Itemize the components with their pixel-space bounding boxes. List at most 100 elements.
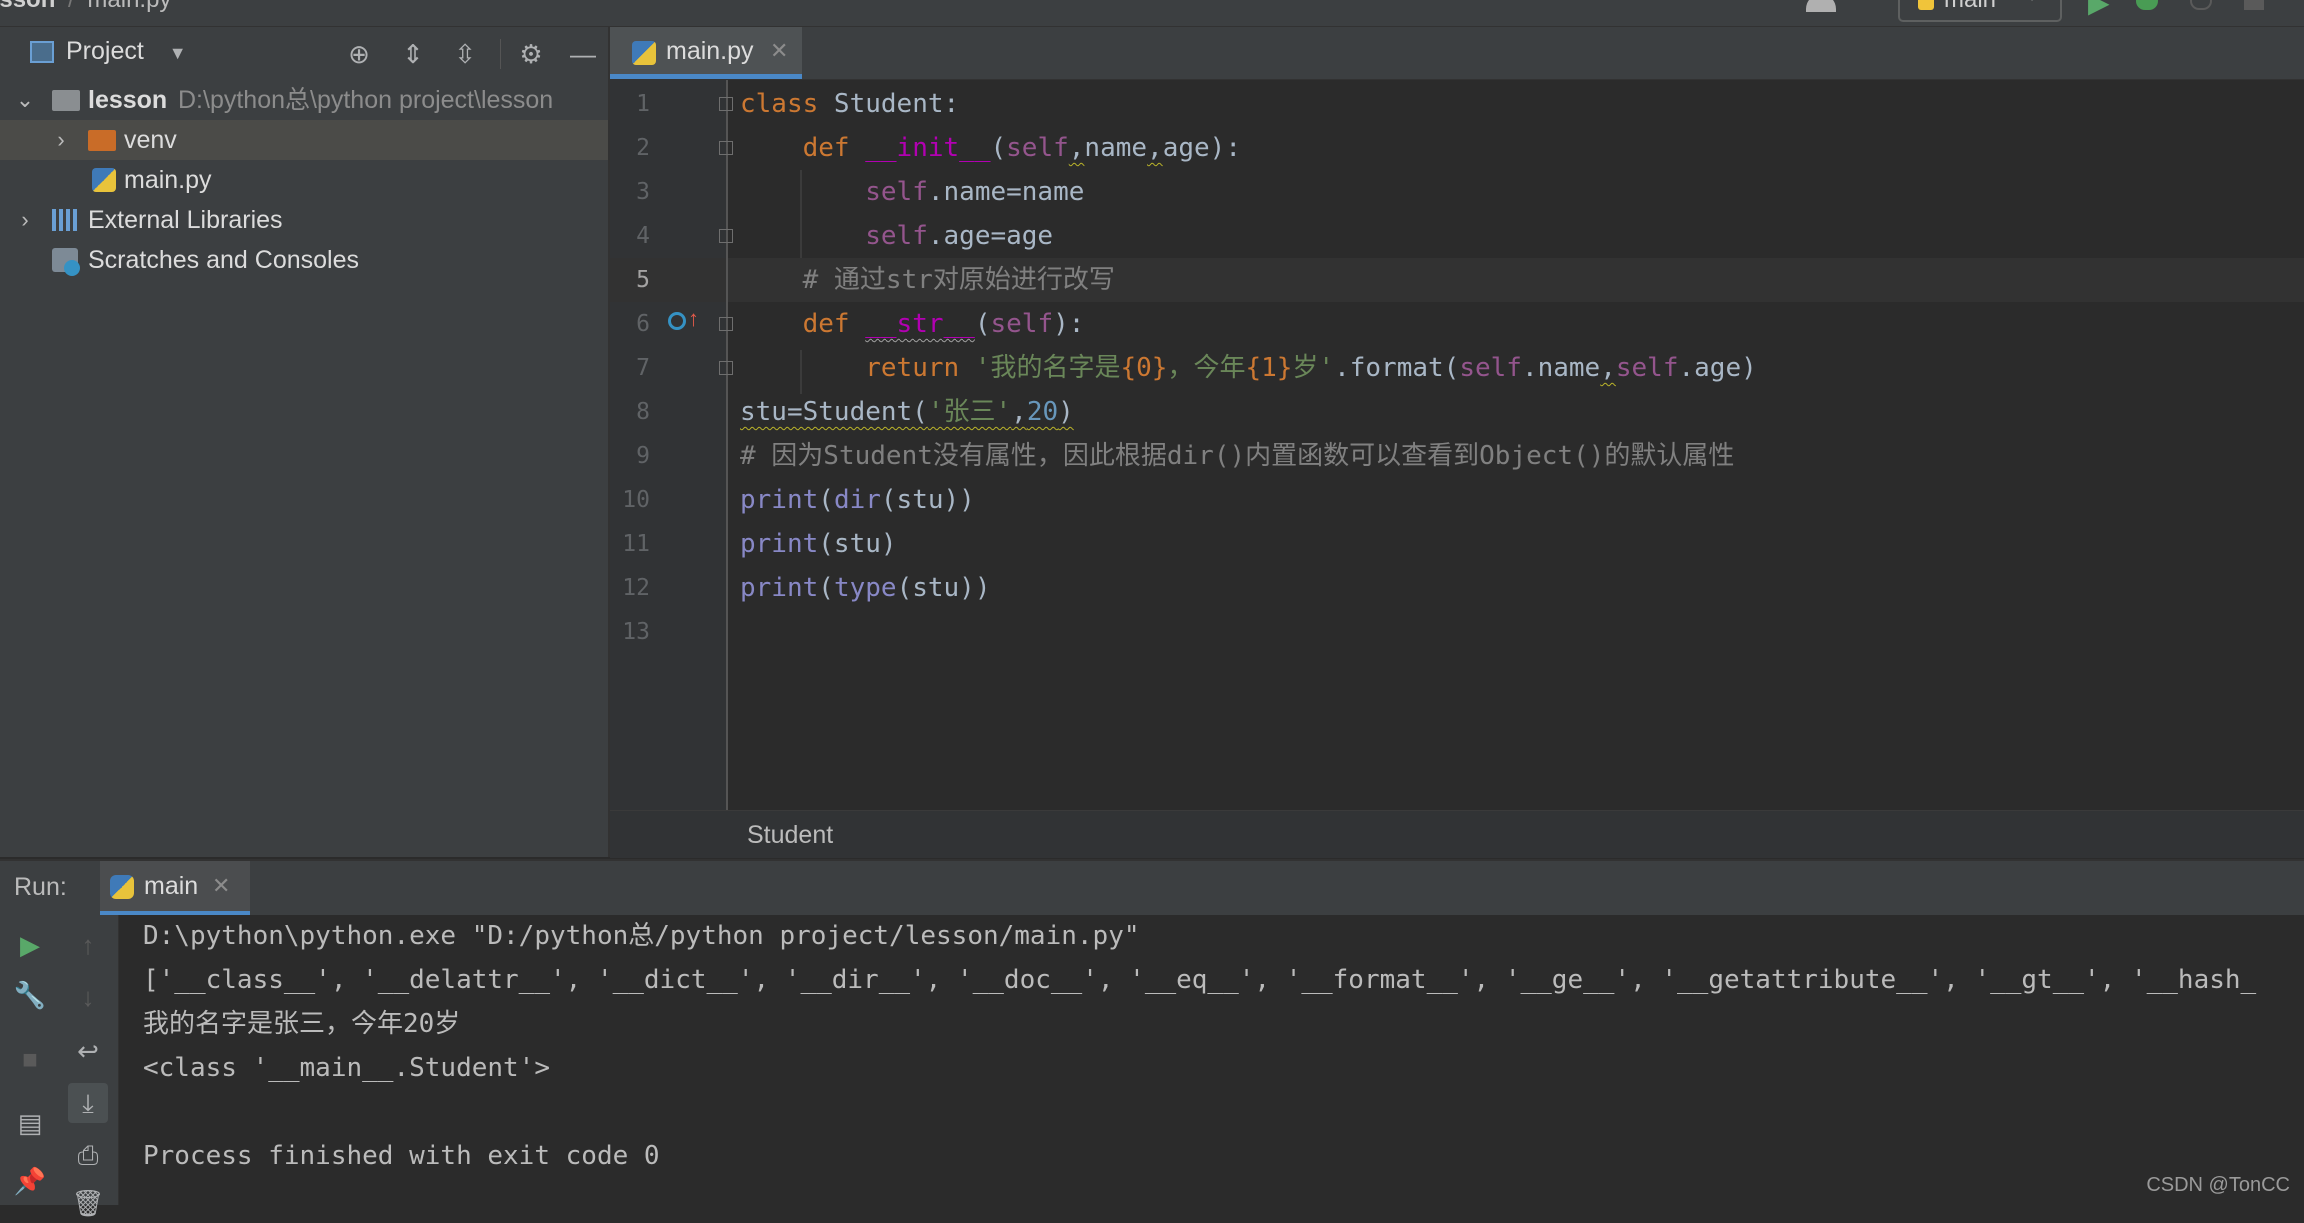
- fold-marker-icon[interactable]: [719, 97, 733, 111]
- code-line-4[interactable]: self.age=age: [740, 214, 1053, 258]
- code-token: (stu)): [880, 485, 975, 515]
- trash-icon[interactable]: 🗑: [68, 1183, 108, 1223]
- chevron-down-icon: ▼: [168, 43, 187, 63]
- run-icon[interactable]: ▶: [2088, 0, 2110, 19]
- run-toolbar-right: ↑ ↓ ↩ ⤓ ⎙ 🗑: [60, 915, 119, 1218]
- code-token: .name=name: [927, 177, 1085, 207]
- code-line-11[interactable]: print(stu): [740, 522, 897, 566]
- line-number: 9: [636, 443, 650, 469]
- run-tab-main[interactable]: main ✕: [100, 861, 250, 916]
- expand-all-icon[interactable]: ⇕: [398, 39, 428, 69]
- code-token: class: [740, 89, 819, 119]
- chevron-right-icon[interactable]: ›: [50, 120, 72, 160]
- divider: [500, 39, 501, 69]
- tree-item-venv[interactable]: › venv: [0, 120, 608, 160]
- code-string: {0}: [1120, 353, 1168, 383]
- code-token: return: [865, 353, 960, 383]
- override-icon[interactable]: [668, 312, 686, 330]
- tree-item-external-libraries[interactable]: › External Libraries: [0, 200, 608, 240]
- code-line-3[interactable]: self.name=name: [740, 170, 1084, 214]
- collapse-all-icon[interactable]: ⇳: [450, 39, 480, 69]
- close-icon[interactable]: ✕: [770, 38, 788, 64]
- fold-marker-icon[interactable]: [719, 229, 733, 243]
- code-token: ):: [1053, 309, 1085, 339]
- tree-item-lesson[interactable]: ⌄ lesson D:\python总\python project\lesso…: [0, 80, 608, 120]
- tree-item-main-py[interactable]: main.py: [0, 160, 608, 200]
- code-number: 20: [1026, 397, 1059, 427]
- soft-wrap-icon[interactable]: ↩: [68, 1031, 108, 1071]
- code-line-6[interactable]: def __str__(self):: [740, 302, 1085, 346]
- code-token: (: [818, 485, 834, 515]
- print-icon[interactable]: ⎙: [68, 1135, 108, 1175]
- folder-icon: [52, 90, 80, 111]
- folder-icon: [88, 130, 116, 151]
- coverage-icon[interactable]: [2190, 0, 2212, 10]
- code-token: print: [740, 529, 819, 559]
- fold-marker-icon[interactable]: [719, 361, 733, 375]
- debug-icon[interactable]: [2136, 0, 2158, 10]
- rerun-icon[interactable]: ▶: [10, 925, 50, 965]
- pin-icon[interactable]: 📌: [10, 1161, 50, 1201]
- code-line-8[interactable]: stu=Student('张三',20): [740, 390, 1074, 434]
- close-icon[interactable]: ✕: [212, 873, 230, 899]
- line-number: 3: [636, 179, 650, 205]
- code-line-5[interactable]: # 通过str对原始进行改写: [740, 258, 1115, 302]
- code-token: ,: [1068, 133, 1085, 163]
- user-icon[interactable]: [1806, 0, 1836, 12]
- chevron-right-icon[interactable]: ›: [14, 200, 36, 240]
- code-string: '我的名字是: [974, 353, 1121, 383]
- code-token: __str__: [865, 309, 975, 339]
- tree-item-scratches[interactable]: Scratches and Consoles: [0, 240, 608, 280]
- run-config-label: main: [1944, 0, 1996, 14]
- stop-icon[interactable]: [2244, 0, 2264, 10]
- code-comment: # 通过str对原始进行改写: [802, 265, 1115, 295]
- project-title: Project: [66, 37, 144, 65]
- code-token: (stu)): [896, 573, 991, 603]
- code-line-1[interactable]: class Student:: [740, 82, 959, 126]
- code-token: ): [1058, 397, 1074, 427]
- line-number: 8: [636, 399, 650, 425]
- tab-main-py[interactable]: main.py ✕: [610, 27, 802, 79]
- tree-item-label: venv: [124, 126, 177, 154]
- run-toolbar-left: ▶ 🔧 ■ ▤ 📌: [0, 915, 60, 1205]
- fold-marker-icon[interactable]: [719, 317, 733, 331]
- code-line-10[interactable]: print(dir(stu)): [740, 478, 975, 522]
- hide-icon[interactable]: —: [568, 39, 598, 69]
- code-line-7[interactable]: return '我的名字是{0}，今年{1}岁'.format(self.nam…: [740, 346, 1757, 390]
- project-view-dropdown[interactable]: Project ▼: [66, 37, 187, 66]
- code-string: '张三': [927, 397, 1012, 427]
- run-config-dropdown[interactable]: main ▾: [1898, 0, 2062, 22]
- locate-icon[interactable]: ⊕: [344, 39, 374, 69]
- layout-icon[interactable]: ▤: [10, 1103, 50, 1143]
- library-icon: [52, 209, 80, 231]
- gear-icon[interactable]: ⚙: [516, 39, 546, 69]
- wrench-icon[interactable]: 🔧: [10, 975, 50, 1015]
- stop-icon[interactable]: ■: [10, 1039, 50, 1079]
- code-line-2[interactable]: def __init__(self,name,age):: [740, 126, 1241, 170]
- code-token: .age=age: [927, 221, 1054, 251]
- code-token: .format(: [1334, 353, 1460, 383]
- nav-separator: /: [68, 0, 75, 13]
- tree-item-label: lesson: [88, 86, 168, 114]
- code-line-9[interactable]: # 因为Student没有属性，因此根据dir()内置函数可以查看到Object…: [740, 434, 1734, 478]
- arrow-down-icon[interactable]: ↓: [68, 977, 108, 1017]
- line-number-current: 5: [636, 267, 650, 293]
- arrow-up-icon[interactable]: ↑: [68, 925, 108, 965]
- python-icon: [110, 875, 134, 899]
- breadcrumb-item-student[interactable]: Student: [747, 821, 833, 850]
- code-warning: stu=Student('张三',20): [740, 397, 1074, 427]
- code-token: .age): [1678, 353, 1757, 383]
- fold-marker-icon[interactable]: [719, 141, 733, 155]
- chevron-down-icon: ▾: [2028, 0, 2036, 6]
- code-token: self: [990, 309, 1054, 339]
- line-number: 7: [636, 355, 650, 381]
- console-line: <class '__main__.Student'>: [143, 1053, 550, 1083]
- nav-file[interactable]: main.py: [87, 0, 171, 13]
- nav-project[interactable]: esson: [0, 0, 55, 13]
- editor-tab-bar: main.py ✕: [610, 27, 2304, 80]
- code-line-12[interactable]: print(type(stu)): [740, 566, 990, 610]
- scroll-to-end-icon[interactable]: ⤓: [68, 1083, 108, 1123]
- code-token: ,: [1011, 397, 1027, 427]
- code-token: print: [740, 485, 819, 515]
- chevron-down-icon[interactable]: ⌄: [14, 80, 36, 120]
